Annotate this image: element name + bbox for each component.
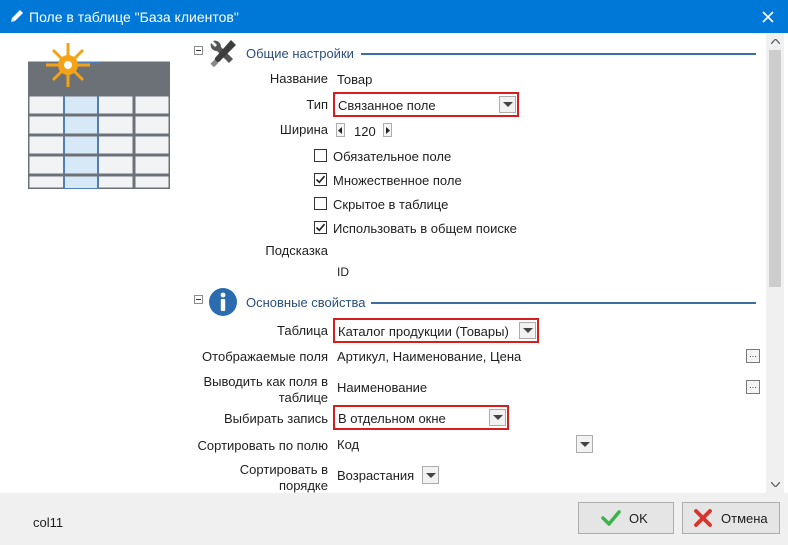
type-value: Связанное поле (338, 98, 436, 113)
chevron-down-icon (502, 102, 513, 107)
chevron-down-icon (579, 441, 590, 447)
select-record-select[interactable]: В отдельном окне (333, 405, 509, 430)
checkmark-icon (315, 223, 326, 232)
tools-icon (210, 40, 236, 68)
multiple-checkbox[interactable] (314, 173, 327, 186)
width-decrement[interactable] (336, 123, 345, 137)
ellipsis-button[interactable]: ... (746, 380, 760, 394)
pencil-icon (11, 10, 23, 22)
ok-label: OK (629, 510, 648, 526)
required-checkbox[interactable] (314, 149, 327, 162)
width-label: Ширина (279, 122, 328, 137)
scroll-up-button[interactable] (766, 33, 784, 50)
dropdown-button[interactable] (576, 435, 593, 453)
multiple-label: Множественное поле (333, 173, 462, 188)
table-icon-panel (0, 33, 190, 493)
ok-button[interactable]: OK (578, 502, 674, 534)
select-record-value: В отдельном окне (338, 411, 446, 426)
info-icon (209, 288, 237, 316)
chevron-left-icon (338, 126, 342, 134)
as-fields-value: Наименование (337, 380, 428, 395)
width-increment[interactable] (383, 123, 392, 137)
table-settings-icon (28, 43, 170, 189)
sort-field-label: Сортировать по полю (197, 438, 328, 453)
hidden-checkbox[interactable] (314, 197, 327, 210)
scroll-down-button[interactable] (766, 476, 784, 493)
table-label: Таблица (277, 323, 328, 338)
vertical-scrollbar[interactable] (766, 33, 784, 493)
required-label: Обязательное поле (333, 149, 452, 164)
collapse-toggle[interactable] (194, 295, 203, 304)
section-general: Общие настройки (190, 37, 766, 68)
scroll-thumb[interactable] (769, 50, 781, 287)
name-label: Название (269, 71, 328, 86)
window-title: Поле в таблице "База клиентов" (29, 9, 239, 25)
search-label: Использовать в общем поиске (333, 221, 517, 236)
title-bar[interactable]: Поле в таблице "База клиентов" (0, 0, 788, 33)
sort-field-value: Код (337, 437, 360, 452)
display-fields-value: Артикул, Наименование, Цена (337, 349, 522, 364)
chevron-down-icon (492, 415, 503, 420)
select-record-label: Выбирать запись (224, 411, 328, 426)
sort-field-select[interactable]: Код (335, 433, 593, 455)
dropdown-button[interactable] (422, 466, 439, 484)
hint-label: Подсказка (265, 243, 328, 258)
field-code: col11 (33, 515, 64, 530)
chevron-down-icon (770, 482, 780, 487)
width-value[interactable]: 120 (354, 124, 376, 139)
sort-order-label: Сортировать в порядке (239, 462, 328, 493)
section-divider (361, 53, 756, 55)
dropdown-button[interactable] (499, 96, 516, 113)
type-label: Тип (306, 97, 328, 112)
sort-order-select[interactable]: Возрастания (335, 464, 439, 486)
section-divider (371, 302, 756, 304)
frame-edge (784, 33, 788, 493)
chevron-up-icon (770, 39, 780, 44)
type-select[interactable]: Связанное поле (333, 92, 519, 117)
section-title: Общие настройки (246, 46, 354, 61)
sort-order-value: Возрастания (337, 468, 415, 483)
ellipsis-button[interactable]: ... (746, 349, 760, 363)
dialog-footer: col11 OK Отмена (0, 493, 788, 545)
table-select[interactable]: Каталог продукции (Товары) (333, 318, 539, 343)
chevron-down-icon (425, 472, 436, 478)
hidden-label: Скрытое в таблице (333, 197, 449, 212)
search-checkbox[interactable] (314, 221, 327, 234)
name-value[interactable]: Товар (337, 72, 372, 87)
section-title: Основные свойства (246, 295, 366, 310)
cancel-label: Отмена (721, 510, 768, 526)
close-icon (694, 509, 712, 527)
chevron-right-icon (386, 126, 390, 134)
properties-form: Общие настройки Название Товар Тип Связа… (190, 33, 766, 493)
close-icon (762, 10, 774, 23)
close-button[interactable] (748, 0, 788, 33)
dropdown-button[interactable] (519, 322, 536, 339)
collapse-toggle[interactable] (194, 46, 203, 55)
hint-input[interactable] (333, 239, 753, 261)
field-id: ID (337, 265, 349, 279)
table-value: Каталог продукции (Товары) (338, 324, 509, 339)
as-fields-label: Выводить как поля в таблице (203, 374, 328, 405)
section-main: Основные свойства (190, 286, 766, 316)
cancel-button[interactable]: Отмена (682, 502, 780, 534)
checkmark-icon (315, 175, 326, 184)
dropdown-button[interactable] (489, 409, 506, 426)
chevron-down-icon (522, 328, 533, 333)
display-fields-label: Отображаемые поля (202, 349, 328, 364)
checkmark-icon (601, 510, 621, 526)
dialog-window: Поле в таблице "База клиентов" Общие нас… (0, 0, 788, 545)
